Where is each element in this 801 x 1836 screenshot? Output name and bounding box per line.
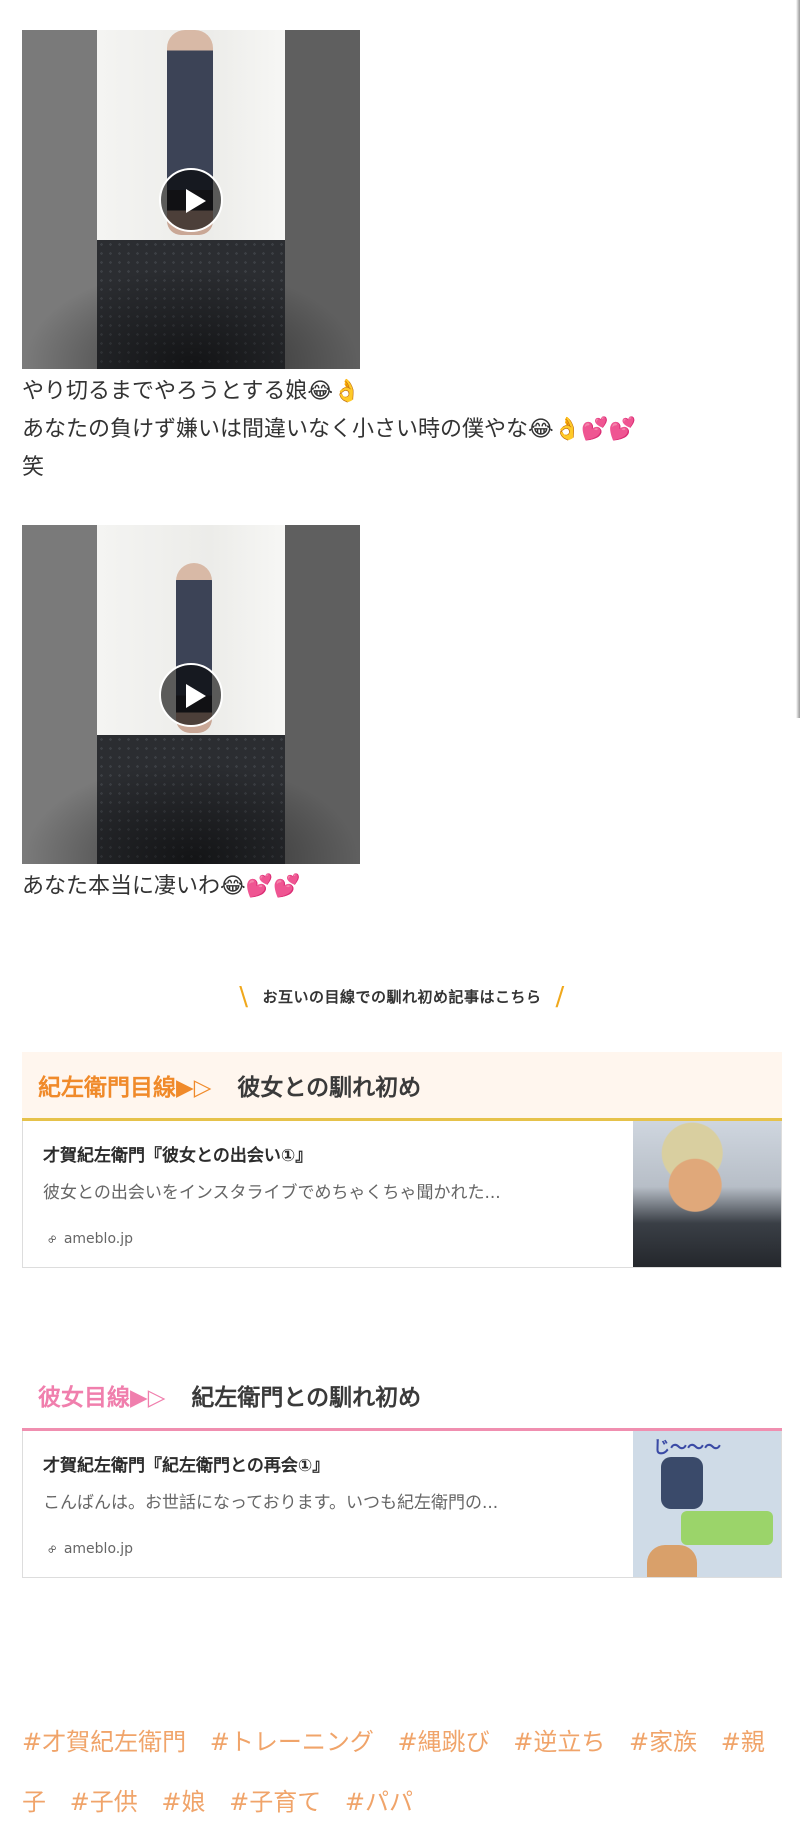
link-card-1-description: 彼女との出会いをインスタライブでめちゃくちゃ聞かれた... bbox=[43, 1183, 501, 1203]
play-icon[interactable] bbox=[159, 167, 223, 232]
panel-1-header: 紀左衛門目線▶▷ 彼女との馴れ初め bbox=[22, 1052, 782, 1121]
panel-2-accent: 彼女目線▶▷ bbox=[38, 1385, 166, 1411]
hashtag-link[interactable]: #逆立ち bbox=[513, 1728, 605, 1756]
hashtag-link[interactable]: #家族 bbox=[629, 1728, 697, 1756]
caption-1: やり切るまでやろうとする娘😂👌 あなたの負けず嫌いは間違いなく小さい時の僕やな😂… bbox=[22, 373, 782, 487]
caption-1-line-1: やり切るまでやろうとする娘😂👌 bbox=[22, 379, 361, 404]
hashtag-link[interactable]: #子育て bbox=[229, 1788, 321, 1816]
panel-2-title: 紀左衛門との馴れ初め bbox=[191, 1385, 422, 1411]
panel-1-accent: 紀左衛門目線▶▷ bbox=[38, 1075, 212, 1101]
hashtag-link[interactable]: #パパ bbox=[345, 1788, 413, 1816]
link-card-2-domain: ameblo.jp bbox=[63, 1541, 133, 1557]
link-card-1-title[interactable]: 才賀紀左衛門『彼女との出会い①』 bbox=[43, 1141, 613, 1166]
hashtag-link[interactable]: #縄跳び bbox=[398, 1728, 490, 1756]
caption-1-line-2: あなたの負けず嫌いは間違いなく小さい時の僕やな😂👌💕💕 bbox=[22, 417, 636, 442]
caption-1-line-3: 笑 bbox=[22, 455, 45, 480]
hashtag-link[interactable]: #子供 bbox=[70, 1788, 138, 1816]
link-card-2[interactable]: 才賀紀左衛門『紀左衛門との再会①』 こんばんは。お世話になっております。いつも紀… bbox=[22, 1431, 782, 1578]
blog-post-content: やり切るまでやろうとする娘😂👌 あなたの負けず嫌いは間違いなく小さい時の僕やな😂… bbox=[22, 0, 782, 1832]
link-card-2-site: ∞ ameblo.jp bbox=[43, 1540, 133, 1558]
panel-1-title: 彼女との馴れ初め bbox=[237, 1075, 422, 1101]
link-card-1[interactable]: 才賀紀左衛門『彼女との出会い①』 彼女との出会いをインスタライブでめちゃくちゃ聞… bbox=[22, 1121, 782, 1268]
hashtag-link[interactable]: #トレーニング bbox=[210, 1728, 374, 1756]
hashtag-list: #才賀紀左衛門 #トレーニング #縄跳び #逆立ち #家族 #親子 #子供 #娘… bbox=[22, 1712, 782, 1832]
related-articles-heading: \ お互いの目線での馴れ初め記事はこちら / bbox=[22, 982, 782, 1012]
link-card-1-domain: ameblo.jp bbox=[63, 1231, 133, 1247]
link-icon: ∞ bbox=[43, 1540, 62, 1559]
hashtag-link[interactable]: #娘 bbox=[161, 1788, 205, 1816]
page-edge-shadow bbox=[796, 0, 800, 718]
related-articles-heading-text: お互いの目線での馴れ初め記事はこちら bbox=[262, 988, 542, 1006]
link-icon: ∞ bbox=[43, 1230, 62, 1249]
link-card-1-thumbnail[interactable] bbox=[633, 1121, 781, 1267]
caption-2: あなた本当に凄いわ😂💕💕 bbox=[22, 874, 301, 899]
play-icon[interactable] bbox=[159, 662, 223, 727]
video-player-2[interactable] bbox=[22, 525, 360, 864]
hashtag-link[interactable]: #才賀紀左衛門 bbox=[22, 1728, 186, 1756]
slash-right-icon: / bbox=[555, 982, 565, 1012]
link-card-2-description: こんばんは。お世話になっております。いつも紀左衛門の... bbox=[43, 1493, 499, 1513]
panel-2-header: 彼女目線▶▷ 紀左衛門との馴れ初め bbox=[22, 1362, 782, 1431]
link-card-2-thumbnail[interactable]: じ〜〜〜 bbox=[633, 1431, 781, 1577]
slash-left-icon: \ bbox=[239, 982, 249, 1012]
video-player-1[interactable] bbox=[22, 30, 360, 369]
thumbnail-text: じ〜〜〜 bbox=[653, 1438, 721, 1458]
link-card-1-site: ∞ ameblo.jp bbox=[43, 1230, 133, 1248]
link-card-2-title[interactable]: 才賀紀左衛門『紀左衛門との再会①』 bbox=[43, 1451, 613, 1476]
